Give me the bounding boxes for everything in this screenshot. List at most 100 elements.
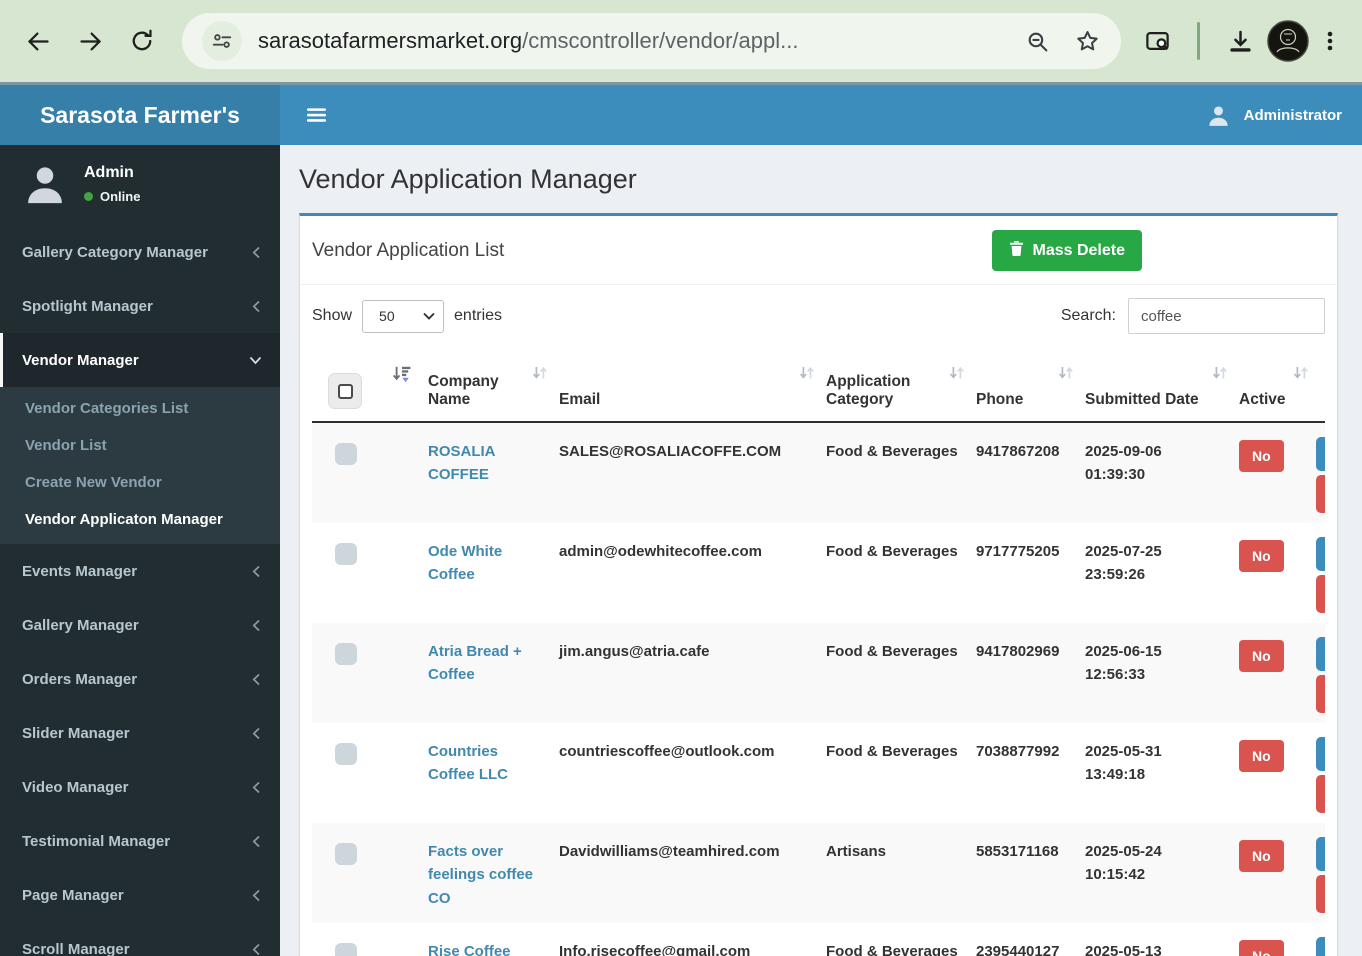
zoom-icon[interactable]: [1025, 29, 1050, 54]
row-checkbox[interactable]: [335, 843, 357, 865]
sidebar-subitem-vendor-applicaton-manager[interactable]: Vendor Applicaton Manager: [0, 501, 280, 538]
sidebar-item-video-manager[interactable]: Video Manager: [0, 760, 280, 814]
forward-icon[interactable]: [64, 15, 116, 67]
submitted-date-cell: 2025-05-13 19:06:44: [1077, 923, 1231, 956]
search-tabs-icon[interactable]: [1131, 15, 1183, 67]
sidebar-item-vendor-manager[interactable]: Vendor Manager: [0, 333, 280, 387]
active-toggle-button[interactable]: No: [1239, 440, 1284, 472]
trash-icon: [1009, 240, 1024, 261]
user-name: Admin: [84, 164, 140, 182]
chevron-left-icon: [251, 889, 262, 902]
row-checkbox[interactable]: [335, 943, 357, 956]
sidebar-subitem-vendor-list[interactable]: Vendor List: [0, 427, 280, 464]
row-checkbox[interactable]: [335, 743, 357, 765]
delete-button-clipped[interactable]: [1316, 475, 1325, 513]
mass-delete-button[interactable]: Mass Delete: [992, 230, 1143, 271]
category-cell: Food & Beverages: [818, 523, 968, 623]
active-toggle-button[interactable]: No: [1239, 540, 1284, 572]
sidebar-item-page-manager[interactable]: Page Manager: [0, 868, 280, 922]
online-label: Online: [100, 189, 140, 204]
company-name-link[interactable]: ROSALIA COFFEE: [428, 443, 495, 483]
column-header-submitted-date[interactable]: Submitted Date: [1077, 350, 1231, 422]
delete-button-clipped[interactable]: [1316, 875, 1325, 913]
site-settings-icon[interactable]: [202, 21, 242, 61]
sort-icon[interactable]: [949, 364, 965, 386]
bookmark-star-icon[interactable]: [1074, 28, 1101, 55]
browser-menu-icon[interactable]: [1310, 15, 1350, 67]
phone-cell: 7038877992: [968, 723, 1077, 823]
company-name-link[interactable]: Facts over feelings coffee CO: [428, 843, 533, 907]
sort-icon[interactable]: [1293, 364, 1309, 386]
company-name-link[interactable]: Ode White Coffee: [428, 543, 502, 583]
table-search-control: Search:: [1061, 298, 1325, 334]
sort-icon[interactable]: [1212, 364, 1228, 386]
browser-profile-avatar[interactable]: [1266, 19, 1310, 63]
email-cell: admin@odewhitecoffee.com: [551, 523, 818, 623]
sidebar-subitem-create-new-vendor[interactable]: Create New Vendor: [0, 464, 280, 501]
sidebar-item-orders-manager[interactable]: Orders Manager: [0, 652, 280, 706]
view-button-clipped[interactable]: [1316, 737, 1325, 771]
sidebar-item-label: Gallery Category Manager: [22, 244, 208, 261]
sidebar-item-spotlight-manager[interactable]: Spotlight Manager: [0, 279, 280, 333]
phone-cell: 2395440127: [968, 923, 1077, 956]
sort-icon[interactable]: [532, 364, 548, 386]
view-button-clipped[interactable]: [1316, 537, 1325, 571]
panel-header: Vendor Application List Mass Delete: [300, 216, 1337, 285]
column-header-active[interactable]: Active: [1231, 350, 1312, 422]
sidebar: Sarasota Farmer's Admin Online Gallery C…: [0, 85, 280, 956]
active-toggle-button[interactable]: No: [1239, 640, 1284, 672]
sidebar-item-events-manager[interactable]: Events Manager: [0, 544, 280, 598]
page-length-select[interactable]: 50: [362, 300, 444, 333]
column-header-phone[interactable]: Phone: [968, 350, 1077, 422]
download-icon[interactable]: [1214, 15, 1266, 67]
sidebar-subitem-vendor-categories-list[interactable]: Vendor Categories List: [0, 390, 280, 427]
view-button-clipped[interactable]: [1316, 437, 1325, 471]
hamburger-icon[interactable]: [298, 97, 334, 133]
sort-icon[interactable]: [799, 364, 815, 386]
row-checkbox[interactable]: [335, 543, 357, 565]
column-header-application-category[interactable]: Application Category: [818, 350, 968, 422]
column-header-company-name[interactable]: Company Name: [420, 350, 551, 422]
row-checkbox[interactable]: [335, 443, 357, 465]
select-all-checkbox[interactable]: [328, 373, 362, 409]
user-status: Online: [84, 189, 140, 204]
back-icon[interactable]: [12, 15, 64, 67]
navbar-user-menu[interactable]: Administrator: [1206, 103, 1342, 128]
submitted-date-cell: 2025-09-06 01:39:30: [1077, 422, 1231, 523]
delete-button-clipped[interactable]: [1316, 675, 1325, 713]
view-button-clipped[interactable]: [1316, 837, 1325, 871]
brand-title[interactable]: Sarasota Farmer's: [0, 85, 280, 145]
active-toggle-button[interactable]: No: [1239, 740, 1284, 772]
active-toggle-button[interactable]: No: [1239, 840, 1284, 872]
chevron-down-icon: [249, 355, 262, 366]
sort-active-icon[interactable]: [392, 365, 412, 389]
reload-icon[interactable]: [116, 15, 168, 67]
sidebar-item-slider-manager[interactable]: Slider Manager: [0, 706, 280, 760]
sort-icon[interactable]: [1058, 364, 1074, 386]
table-controls: Show 50 entries: [312, 298, 1325, 334]
submitted-date-cell: 2025-07-25 23:59:26: [1077, 523, 1231, 623]
search-input[interactable]: [1128, 298, 1325, 334]
table-row: ROSALIA COFFEESALES@ROSALIACOFFE.COMFood…: [312, 422, 1325, 523]
company-name-link[interactable]: Countries Coffee LLC: [428, 743, 508, 783]
url-bar[interactable]: sarasotafarmersmarket.org/cmscontroller/…: [182, 13, 1121, 69]
sidebar-item-testimonial-manager[interactable]: Testimonial Manager: [0, 814, 280, 868]
category-cell: Food & Beverages: [818, 923, 968, 956]
active-toggle-button[interactable]: No: [1239, 940, 1284, 956]
browser-chrome: sarasotafarmersmarket.org/cmscontroller/…: [0, 0, 1362, 82]
delete-button-clipped[interactable]: [1316, 575, 1325, 613]
view-button-clipped[interactable]: [1316, 637, 1325, 671]
url-domain: sarasotafarmersmarket.org: [258, 28, 522, 53]
sidebar-item-gallery-category-manager[interactable]: Gallery Category Manager: [0, 225, 280, 279]
panel-title: Vendor Application List: [312, 240, 504, 262]
view-button-clipped[interactable]: [1316, 937, 1325, 956]
sidebar-item-scroll-manager[interactable]: Scroll Manager: [0, 922, 280, 956]
row-checkbox[interactable]: [335, 643, 357, 665]
submitted-date-cell: 2025-05-31 13:49:18: [1077, 723, 1231, 823]
company-name-link[interactable]: Atria Bread + Coffee: [428, 643, 522, 683]
sidebar-item-label: Spotlight Manager: [22, 298, 153, 315]
column-header-email[interactable]: Email: [551, 350, 818, 422]
delete-button-clipped[interactable]: [1316, 775, 1325, 813]
company-name-link[interactable]: Rise Coffee: [428, 943, 511, 956]
sidebar-item-gallery-manager[interactable]: Gallery Manager: [0, 598, 280, 652]
